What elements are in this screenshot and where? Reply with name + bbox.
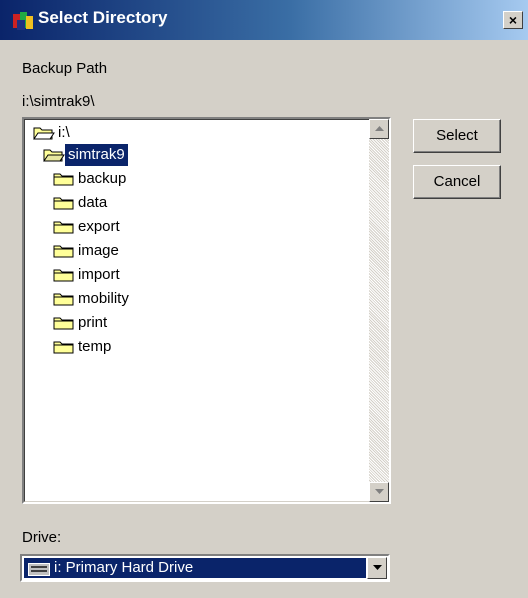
folder-icon: [53, 339, 75, 362]
current-path-label: i:\simtrak9\: [22, 93, 95, 110]
folder-icon: [53, 195, 75, 218]
cancel-button[interactable]: Cancel: [413, 165, 501, 199]
open-folder-icon: [33, 125, 55, 148]
window-title: Select Directory: [38, 8, 168, 27]
folder-icon: [53, 291, 75, 314]
folder-icon: [53, 243, 75, 266]
tree-node-label: export: [78, 218, 120, 235]
chevron-down-icon: [373, 565, 382, 570]
folder-icon: [53, 267, 75, 290]
folder-icon: [53, 219, 75, 242]
tree-node-label: i:\: [58, 124, 70, 141]
tree-node-label: data: [78, 194, 108, 211]
vertical-scrollbar[interactable]: [369, 119, 389, 502]
tree-node-label: image: [78, 242, 119, 259]
select-button[interactable]: Select: [413, 119, 501, 153]
directory-tree[interactable]: i:\ simtrak9 backup data export image import mo…: [22, 117, 391, 504]
backup-path-caption: Backup Path: [22, 60, 108, 77]
drive-caption: Drive:: [22, 529, 62, 546]
app-icon: [12, 10, 34, 32]
scroll-up-button[interactable]: [369, 119, 389, 139]
open-folder-icon: [43, 147, 65, 170]
tree-node-label: import: [78, 266, 120, 283]
arrow-up-icon: [375, 126, 384, 131]
close-icon: ×: [508, 12, 518, 28]
title-bar[interactable]: Select Directory ×: [0, 0, 528, 40]
folder-icon: [53, 315, 75, 338]
drive-dropdown-button[interactable]: [367, 557, 387, 579]
tree-node-label: print: [78, 314, 108, 331]
close-button[interactable]: ×: [503, 11, 523, 29]
tree-node-label: simtrak9: [65, 144, 128, 166]
tree-node-label: mobility: [78, 290, 129, 307]
arrow-down-icon: [375, 489, 384, 494]
scroll-down-button[interactable]: [369, 482, 389, 502]
drive-select[interactable]: i: Primary Hard Drive: [20, 554, 390, 582]
folder-icon: [53, 171, 75, 194]
hard-drive-icon: [28, 563, 50, 580]
tree-node-label: temp: [78, 338, 112, 355]
drive-select-value: i: Primary Hard Drive: [54, 559, 194, 576]
tree-node-label: backup: [78, 170, 127, 187]
